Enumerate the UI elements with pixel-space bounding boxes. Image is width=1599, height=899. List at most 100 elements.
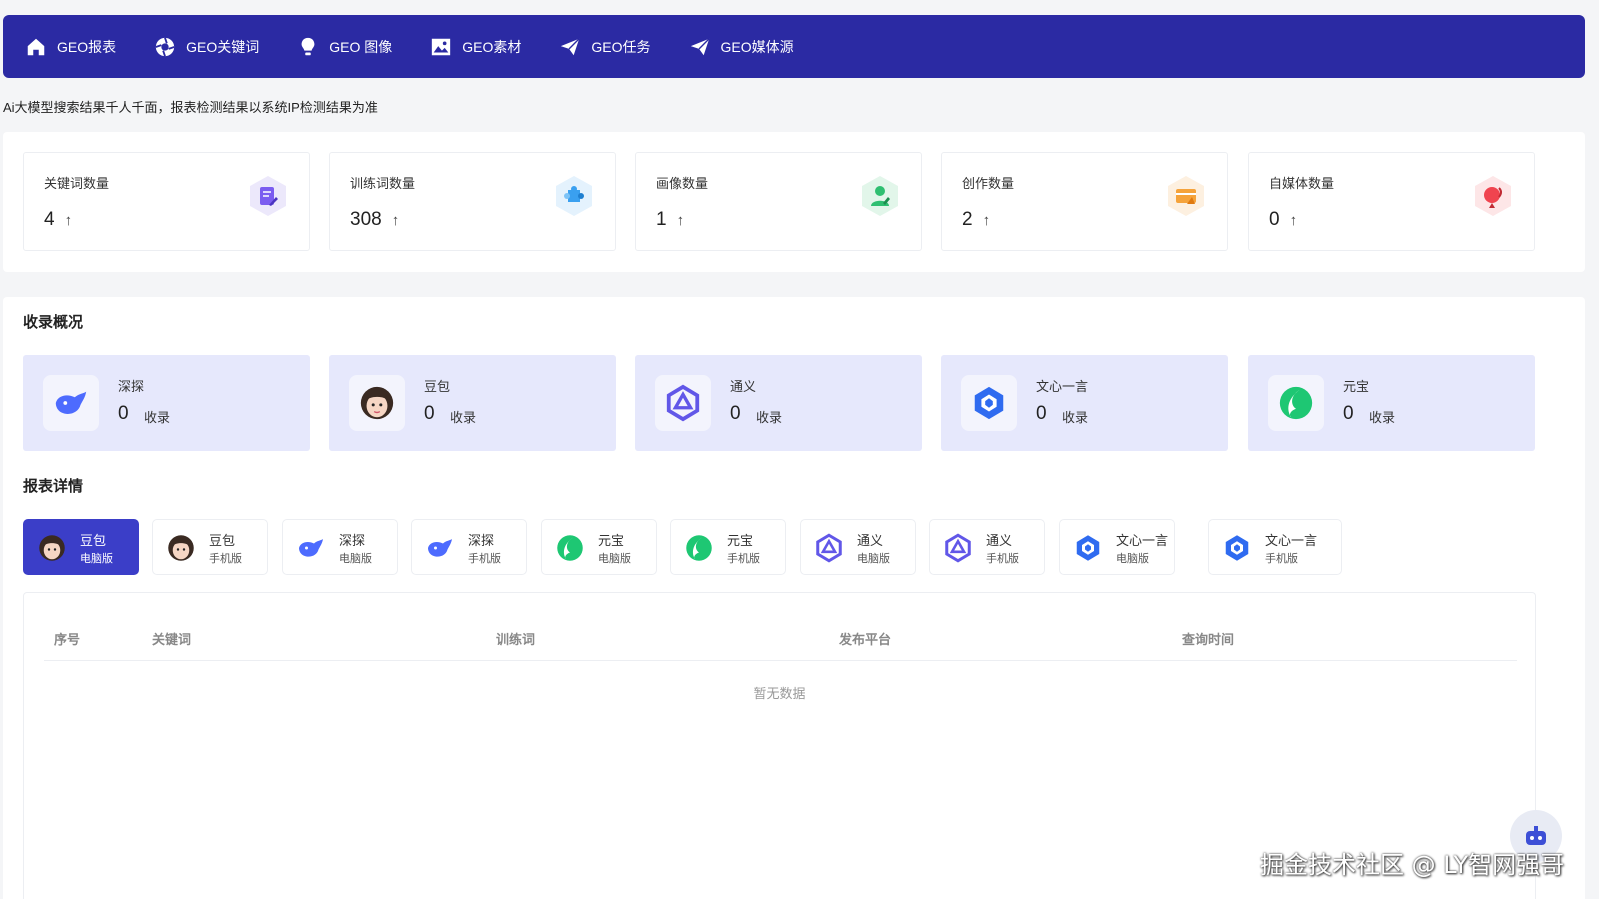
tab-sub: 电脑版 bbox=[598, 553, 631, 565]
overview-card-wenxin[interactable]: 文心一言 0 收录 bbox=[941, 355, 1228, 451]
main-panel: 收录概况 深探 0 收录 豆包 0 收录 通义 0 收录 文心一言 0 收录 元… bbox=[3, 297, 1585, 899]
stats-panel: 关键词数量 4 ↑ 训练词数量 308 ↑ 画像数量 1 ↑ 创作数量 2 ↑ 自媒体数… bbox=[3, 132, 1585, 272]
doubao-avatar-icon bbox=[349, 375, 405, 431]
nav-label: GEO素材 bbox=[462, 38, 522, 55]
nav-label: GEO关键词 bbox=[186, 38, 260, 55]
user-portrait-icon bbox=[862, 176, 898, 216]
stat-label: 关键词数量 bbox=[44, 176, 110, 191]
overview-name: 豆包 bbox=[424, 379, 451, 394]
overview-unit: 收录 bbox=[1062, 410, 1089, 425]
yuanbao-leaf-icon bbox=[683, 532, 715, 564]
stat-label: 创作数量 bbox=[962, 176, 1015, 191]
send-icon bbox=[561, 37, 581, 55]
tab-name: 深探 bbox=[339, 533, 366, 548]
column-header: 序号 bbox=[54, 632, 81, 647]
tab-yuanbao-mobile[interactable]: 元宝 手机版 bbox=[670, 519, 786, 575]
stat-value: 2 ↑ bbox=[962, 209, 990, 231]
tab-sub: 电脑版 bbox=[1116, 553, 1149, 565]
nav-item-keywords[interactable]: GEO关键词 bbox=[154, 36, 259, 58]
creation-icon bbox=[1168, 176, 1204, 216]
overview-name: 通义 bbox=[730, 379, 757, 394]
nav-label: GEO任务 bbox=[591, 38, 651, 55]
stat-card-keywords: 关键词数量 4 ↑ bbox=[23, 152, 310, 251]
send-icon bbox=[690, 37, 710, 55]
puzzle-icon bbox=[556, 176, 592, 216]
tab-name: 豆包 bbox=[209, 533, 236, 548]
tongyi-star-icon bbox=[942, 532, 974, 564]
tongyi-star-icon bbox=[813, 532, 845, 564]
arrow-up-icon: ↑ bbox=[1289, 211, 1298, 229]
tab-tongyi-mobile[interactable]: 通义 手机版 bbox=[929, 519, 1045, 575]
overview-unit: 收录 bbox=[144, 410, 171, 425]
home-icon bbox=[27, 38, 45, 55]
watermark-text: 掘金技术社区 @ LY智网强哥 bbox=[1260, 851, 1565, 879]
overview-name: 深探 bbox=[118, 379, 145, 394]
stat-label: 自媒体数量 bbox=[1269, 176, 1335, 191]
tab-wenxin-pc[interactable]: 文心一言 电脑版 bbox=[1059, 519, 1175, 575]
image-icon bbox=[432, 38, 451, 55]
overview-count: 0 bbox=[730, 403, 741, 424]
deepseek-whale-icon bbox=[295, 532, 327, 564]
nav-item-report[interactable]: GEO报表 bbox=[25, 36, 116, 58]
stat-card-training: 训练词数量 308 ↑ bbox=[329, 152, 616, 251]
arrow-up-icon: ↑ bbox=[64, 211, 73, 229]
overview-card-tongyi[interactable]: 通义 0 收录 bbox=[635, 355, 922, 451]
nav-item-material[interactable]: GEO素材 bbox=[430, 36, 521, 58]
overview-card-doubao[interactable]: 豆包 0 收录 bbox=[329, 355, 616, 451]
overview-count: 0 bbox=[118, 403, 129, 424]
column-header: 训练词 bbox=[496, 632, 536, 647]
deepseek-whale-icon bbox=[424, 532, 456, 564]
tab-sub: 电脑版 bbox=[857, 553, 890, 565]
yuanbao-leaf-icon bbox=[1268, 375, 1324, 431]
empty-state-text: 暂无数据 bbox=[753, 686, 806, 701]
tab-sub: 手机版 bbox=[468, 553, 501, 565]
tab-sub: 手机版 bbox=[727, 553, 760, 565]
wenxin-hex-icon bbox=[1221, 532, 1253, 564]
nav-label: GEO报表 bbox=[57, 38, 117, 55]
tab-sub: 手机版 bbox=[986, 553, 1019, 565]
section-title-overview: 收录概况 bbox=[23, 314, 84, 331]
stat-card-creation: 创作数量 2 ↑ bbox=[941, 152, 1228, 251]
tab-deepseek-pc[interactable]: 深探 电脑版 bbox=[282, 519, 398, 575]
tab-name: 深探 bbox=[468, 533, 495, 548]
stat-label: 画像数量 bbox=[656, 176, 709, 191]
tab-wenxin-mobile[interactable]: 文心一言 手机版 bbox=[1208, 519, 1342, 575]
column-header: 关键词 bbox=[152, 632, 192, 647]
tab-name: 文心一言 bbox=[1116, 533, 1169, 548]
lightbulb-icon bbox=[301, 37, 315, 55]
stat-number: 1 bbox=[656, 209, 667, 230]
tab-deepseek-mobile[interactable]: 深探 手机版 bbox=[411, 519, 527, 575]
nav-item-media[interactable]: GEO媒体源 bbox=[689, 36, 794, 58]
overview-count: 0 bbox=[424, 403, 435, 424]
tab-sub: 手机版 bbox=[1265, 553, 1298, 565]
yuanbao-leaf-icon bbox=[554, 532, 586, 564]
tab-name: 通义 bbox=[857, 533, 884, 548]
tongyi-star-icon bbox=[655, 375, 711, 431]
stat-card-portrait: 画像数量 1 ↑ bbox=[635, 152, 922, 251]
notice-text: Ai大模型搜索结果千人千面，报表检测结果以系统IP检测结果为准 bbox=[3, 100, 378, 115]
wenxin-hex-icon bbox=[961, 375, 1017, 431]
stat-value: 0 ↑ bbox=[1269, 209, 1297, 231]
nav-item-task[interactable]: GEO任务 bbox=[559, 36, 651, 58]
tab-name: 豆包 bbox=[80, 533, 107, 548]
nav-item-image[interactable]: GEO 图像 bbox=[297, 36, 392, 58]
stat-number: 308 bbox=[350, 209, 382, 230]
tab-yuanbao-pc[interactable]: 元宝 电脑版 bbox=[541, 519, 657, 575]
aperture-icon bbox=[155, 37, 175, 56]
tab-doubao-mobile[interactable]: 豆包 手机版 bbox=[152, 519, 268, 575]
overview-unit: 收录 bbox=[450, 410, 477, 425]
stat-label: 训练词数量 bbox=[350, 176, 416, 191]
tab-tongyi-pc[interactable]: 通义 电脑版 bbox=[800, 519, 916, 575]
tab-doubao-pc[interactable]: 豆包 电脑版 bbox=[23, 519, 139, 575]
broadcast-icon bbox=[1475, 176, 1511, 216]
nav-label: GEO 图像 bbox=[329, 38, 393, 55]
overview-count: 0 bbox=[1343, 403, 1354, 424]
deepseek-whale-icon bbox=[43, 375, 99, 431]
document-edit-icon bbox=[250, 176, 286, 216]
stat-number: 2 bbox=[962, 209, 973, 230]
overview-card-deepseek[interactable]: 深探 0 收录 bbox=[23, 355, 310, 451]
stat-card-media: 自媒体数量 0 ↑ bbox=[1248, 152, 1535, 251]
stat-value: 1 ↑ bbox=[656, 209, 684, 231]
overview-card-yuanbao[interactable]: 元宝 0 收录 bbox=[1248, 355, 1535, 451]
table-header: 序号 关键词 训练词 发布平台 查询时间 bbox=[44, 593, 1517, 661]
